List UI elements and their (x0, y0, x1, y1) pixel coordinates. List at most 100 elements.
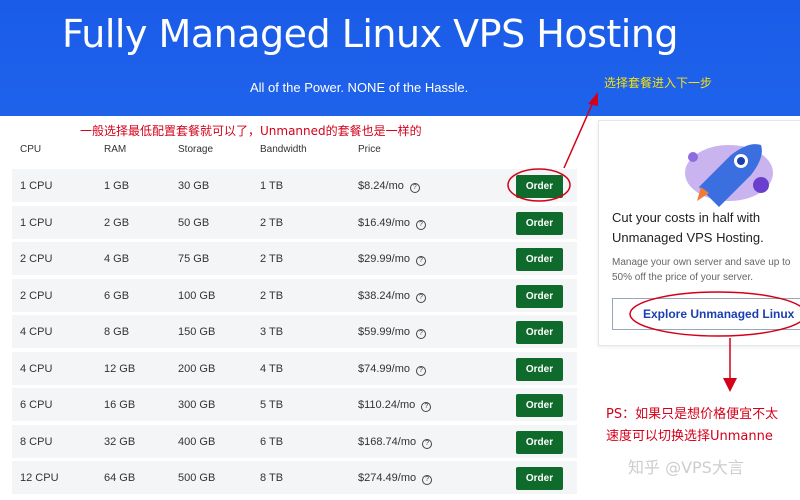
cell-ram: 32 GB (104, 435, 136, 448)
cell-ram: 1 GB (104, 180, 130, 192)
table-row: 4 CPU 12 GB 200 GB 4 TB $74.99/mo? Order (12, 351, 577, 385)
cell-ram: 6 GB (104, 289, 130, 302)
cell-bandwidth: 5 TB (260, 399, 284, 411)
cell-ram: 12 GB (104, 362, 136, 375)
rocket-illustration-icon (685, 144, 773, 207)
watermark: 知乎 @VPS大言 (628, 458, 744, 477)
cell-bandwidth: 1 TB (260, 180, 284, 192)
header-ram: RAM (104, 144, 127, 155)
price-value: $8.24/mo (358, 180, 404, 192)
ps-annotation-line2: 速度可以切换选择Unmanne (606, 429, 773, 444)
order-button[interactable]: Order (516, 394, 563, 417)
cell-cpu: 1 CPU (20, 216, 53, 229)
price-value: $16.49/mo (358, 216, 410, 229)
cell-cpu: 2 CPU (20, 253, 53, 265)
cell-storage: 150 GB (178, 326, 216, 338)
cell-storage: 400 GB (178, 435, 216, 448)
cell-bandwidth: 2 TB (260, 253, 284, 265)
order-button[interactable]: Order (516, 430, 563, 454)
cell-bandwidth: 6 TB (260, 435, 284, 448)
price-value: $168.74/mo (358, 435, 417, 448)
order-button[interactable]: Order (516, 467, 563, 490)
cell-cpu: 8 CPU (20, 435, 53, 448)
price-value: $110.24/mo (358, 399, 416, 411)
cell-cpu: 12 CPU (20, 472, 59, 484)
help-icon[interactable]: ? (415, 329, 426, 339)
cell-price: $8.24/mo? (358, 180, 420, 193)
promo-body: Manage your own server and save up to 50… (612, 257, 791, 283)
price-value: $74.99/mo (358, 362, 410, 375)
top-annotation: 一般选择最低配置套餐就可以了，Unmanned的套餐也是一样的 (80, 124, 422, 138)
help-icon[interactable]: ? (409, 183, 420, 193)
help-icon[interactable]: ? (415, 292, 426, 303)
cell-storage: 30 GB (178, 180, 210, 192)
table-row: 6 CPU 16 GB 300 GB 5 TB $110.24/mo? Order (12, 388, 577, 421)
order-button[interactable]: Order (516, 321, 563, 344)
cell-ram: 2 GB (104, 216, 130, 229)
pricing-table: 一般选择最低配置套餐就可以了，Unmanned的套餐也是一样的 CPU RAM … (0, 116, 590, 500)
header-storage: Storage (178, 144, 214, 155)
table-header: CPU RAM Storage Bandwidth Price (0, 138, 590, 160)
cell-price: $274.49/mo? (358, 472, 433, 485)
price-value: $29.99/mo (358, 253, 410, 265)
cell-price: $29.99/mo? (358, 253, 426, 266)
price-value: $38.24/mo (358, 289, 410, 302)
cell-storage: 300 GB (178, 399, 216, 411)
cell-cpu: 1 CPU (20, 180, 53, 192)
cell-bandwidth: 8 TB (260, 472, 284, 484)
table-row: 8 CPU 32 GB 400 GB 6 TB $168.74/mo? Order (12, 424, 577, 458)
help-icon[interactable]: ? (415, 256, 426, 266)
cell-cpu: 2 CPU (20, 289, 53, 302)
cell-bandwidth: 2 TB (260, 216, 284, 229)
price-value: $59.99/mo (358, 326, 410, 338)
table-row: 1 CPU 1 GB 30 GB 1 TB $8.24/mo? Order (12, 169, 577, 202)
ps-annotation-line1: PS：如果只是想价格便宜不太 (606, 407, 779, 422)
price-value: $274.49/mo (358, 472, 417, 484)
help-icon[interactable]: ? (421, 402, 432, 412)
cell-storage: 500 GB (178, 472, 216, 484)
order-button[interactable]: Order (516, 284, 563, 308)
cell-storage: 100 GB (178, 289, 216, 302)
cell-storage: 50 GB (178, 216, 210, 229)
cell-price: $74.99/mo? (358, 363, 426, 376)
cell-price: $110.24/mo? (358, 399, 432, 412)
cell-price: $168.74/mo? (358, 435, 433, 449)
down-arrow-head (723, 378, 737, 392)
cell-cpu: 4 CPU (20, 326, 53, 338)
help-icon[interactable]: ? (422, 475, 433, 485)
table-row: 2 CPU 4 GB 75 GB 2 TB $29.99/mo? Order (12, 242, 577, 275)
table-row: 2 CPU 6 GB 100 GB 2 TB $38.24/mo? Order (12, 278, 577, 312)
step-annotation: 选择套餐进入下一步 (604, 76, 713, 90)
cell-storage: 200 GB (178, 362, 216, 375)
cell-ram: 64 GB (104, 472, 136, 484)
cell-cpu: 4 CPU (20, 362, 53, 375)
cell-ram: 16 GB (104, 399, 136, 411)
table-row: 4 CPU 8 GB 150 GB 3 TB $59.99/mo? Order (12, 315, 577, 348)
order-button[interactable]: Order (516, 357, 563, 381)
cell-ram: 8 GB (104, 326, 130, 338)
help-icon[interactable]: ? (415, 365, 426, 376)
help-icon[interactable]: ? (415, 219, 426, 230)
promo-heading: Cut your costs in half with Unmanaged VP… (612, 210, 764, 245)
cell-bandwidth: 4 TB (260, 362, 284, 375)
order-button[interactable]: Order (516, 211, 563, 235)
cell-price: $38.24/mo? (358, 290, 426, 303)
cell-price: $59.99/mo? (358, 326, 426, 339)
table-row: 12 CPU 64 GB 500 GB 8 TB $274.49/mo? Order (12, 461, 577, 494)
cell-storage: 75 GB (178, 253, 210, 265)
hero-banner: Fully Managed Linux VPS Hosting All of t… (0, 0, 800, 116)
page-subtitle: All of the Power. NONE of the Hassle. (250, 80, 469, 95)
cell-cpu: 6 CPU (20, 399, 53, 411)
header-price: Price (358, 144, 381, 155)
header-bandwidth: Bandwidth (260, 144, 307, 155)
order-button[interactable]: Order (516, 248, 563, 271)
table-row: 1 CPU 2 GB 50 GB 2 TB $16.49/mo? Order (12, 205, 577, 239)
cell-bandwidth: 2 TB (260, 289, 284, 302)
cell-price: $16.49/mo? (358, 217, 426, 230)
cell-ram: 4 GB (104, 253, 130, 265)
page-title: Fully Managed Linux VPS Hosting (62, 12, 679, 56)
header-cpu: CPU (20, 144, 42, 155)
help-icon[interactable]: ? (422, 438, 433, 449)
explore-unmanaged-button[interactable]: Explore Unmanaged Linux (612, 298, 800, 330)
order-button[interactable]: Order (516, 175, 563, 198)
